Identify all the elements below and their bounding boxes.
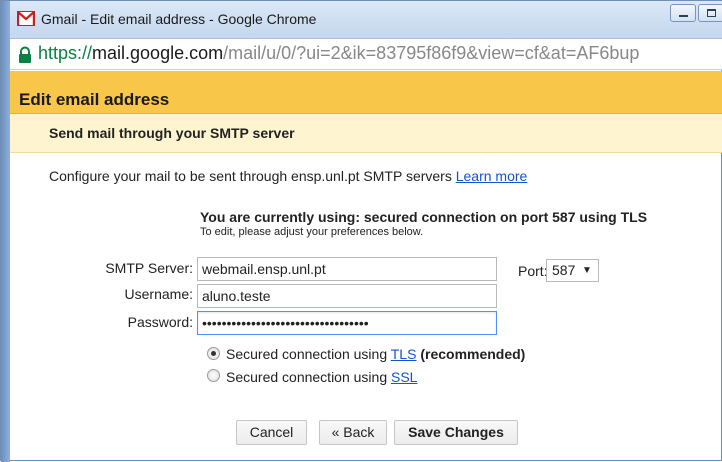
window-border <box>1 1 10 462</box>
ssl-radio[interactable] <box>207 369 220 382</box>
url-text[interactable]: https://mail.google.com/mail/u/0/?ui=2&i… <box>38 43 639 64</box>
minimize-button[interactable] <box>670 4 696 22</box>
lock-icon <box>19 46 31 63</box>
port-select[interactable]: 587 ▼ <box>546 259 599 282</box>
save-changes-button[interactable]: Save Changes <box>394 420 518 445</box>
maximize-button[interactable] <box>698 4 722 22</box>
ssl-link[interactable]: SSL <box>391 369 417 385</box>
tls-link[interactable]: TLS <box>391 346 417 362</box>
port-value: 587 <box>552 262 576 278</box>
smtp-server-input[interactable] <box>197 257 497 281</box>
url-host: mail.google.com <box>92 43 224 63</box>
ssl-option-label: Secured connection using <box>226 369 388 385</box>
port-label: Port: <box>518 263 548 279</box>
title-bar: Gmail - Edit email address - Google Chro… <box>10 1 722 39</box>
gmail-logo-icon <box>17 11 35 26</box>
address-bar[interactable]: https://mail.google.com/mail/u/0/?ui=2&i… <box>10 39 722 70</box>
password-input[interactable] <box>197 311 497 335</box>
tls-option-label: Secured connection using <box>226 346 388 362</box>
username-input[interactable] <box>197 284 497 308</box>
config-text: Configure your mail to be sent through e… <box>49 168 452 184</box>
status-hint: To edit, please adjust your preferences … <box>200 226 424 238</box>
ssl-option[interactable]: Secured connection using SSL <box>226 369 417 385</box>
status-message: You are currently using: secured connect… <box>200 209 648 225</box>
config-description: Configure your mail to be sent through e… <box>49 168 527 184</box>
tls-recommended: (recommended) <box>420 346 526 362</box>
window-title: Gmail - Edit email address - Google Chro… <box>41 11 317 27</box>
dialog-header: Edit email address <box>10 71 722 114</box>
password-label: Password: <box>127 314 193 330</box>
back-button[interactable]: « Back <box>319 420 387 445</box>
dialog-title: Edit email address <box>19 90 170 109</box>
maximize-icon <box>707 9 716 17</box>
smtp-server-label: SMTP Server: <box>105 260 193 276</box>
browser-window: Gmail - Edit email address - Google Chro… <box>0 0 722 462</box>
dialog-subheader: Send mail through your SMTP server <box>10 114 722 153</box>
url-scheme: https:// <box>38 43 93 63</box>
tls-option[interactable]: Secured connection using TLS (recommende… <box>226 346 525 362</box>
tls-radio[interactable] <box>207 347 220 360</box>
url-path: /mail/u/0/?ui=2&ik=83795f86f9&view=cf&at… <box>223 43 640 63</box>
minimize-icon <box>679 15 688 17</box>
dropdown-arrow-icon: ▼ <box>582 265 592 276</box>
learn-more-link[interactable]: Learn more <box>456 168 528 184</box>
username-label: Username: <box>124 286 193 302</box>
cancel-button[interactable]: Cancel <box>236 420 307 445</box>
dialog-subtitle: Send mail through your SMTP server <box>49 125 295 141</box>
